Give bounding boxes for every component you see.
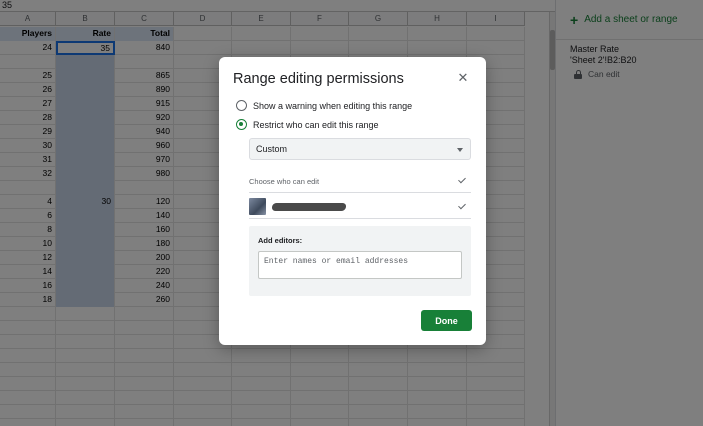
editor-scope-select[interactable]: Custom (249, 138, 471, 160)
radio-show-warning[interactable] (236, 100, 247, 111)
check-icon[interactable] (457, 202, 467, 212)
add-editors-section: Add editors: (249, 226, 471, 296)
option-show-warning[interactable]: Show a warning when editing this range (236, 100, 412, 111)
add-editors-input[interactable] (258, 251, 462, 279)
editor-scope-value: Custom (256, 144, 288, 154)
avatar (249, 198, 266, 215)
add-editors-label: Add editors: (258, 236, 303, 245)
editor-user-row[interactable] (249, 195, 471, 219)
choose-who-can-edit-label: Choose who can edit (249, 177, 320, 186)
done-button[interactable]: Done (421, 310, 472, 331)
check-icon (457, 176, 467, 186)
chevron-down-icon (457, 148, 463, 152)
option-restrict-label: Restrict who can edit this range (253, 119, 379, 130)
option-show-warning-label: Show a warning when editing this range (253, 100, 413, 111)
option-restrict[interactable]: Restrict who can edit this range (236, 119, 379, 130)
redacted-user-name (271, 202, 347, 211)
range-editing-permissions-dialog: Range editing permissions ✕ Show a warni… (219, 57, 486, 345)
dialog-title: Range editing permissions (233, 71, 404, 87)
choose-who-can-edit-row: Choose who can edit (249, 171, 471, 193)
close-icon[interactable]: ✕ (456, 71, 470, 85)
radio-restrict[interactable] (236, 119, 247, 130)
